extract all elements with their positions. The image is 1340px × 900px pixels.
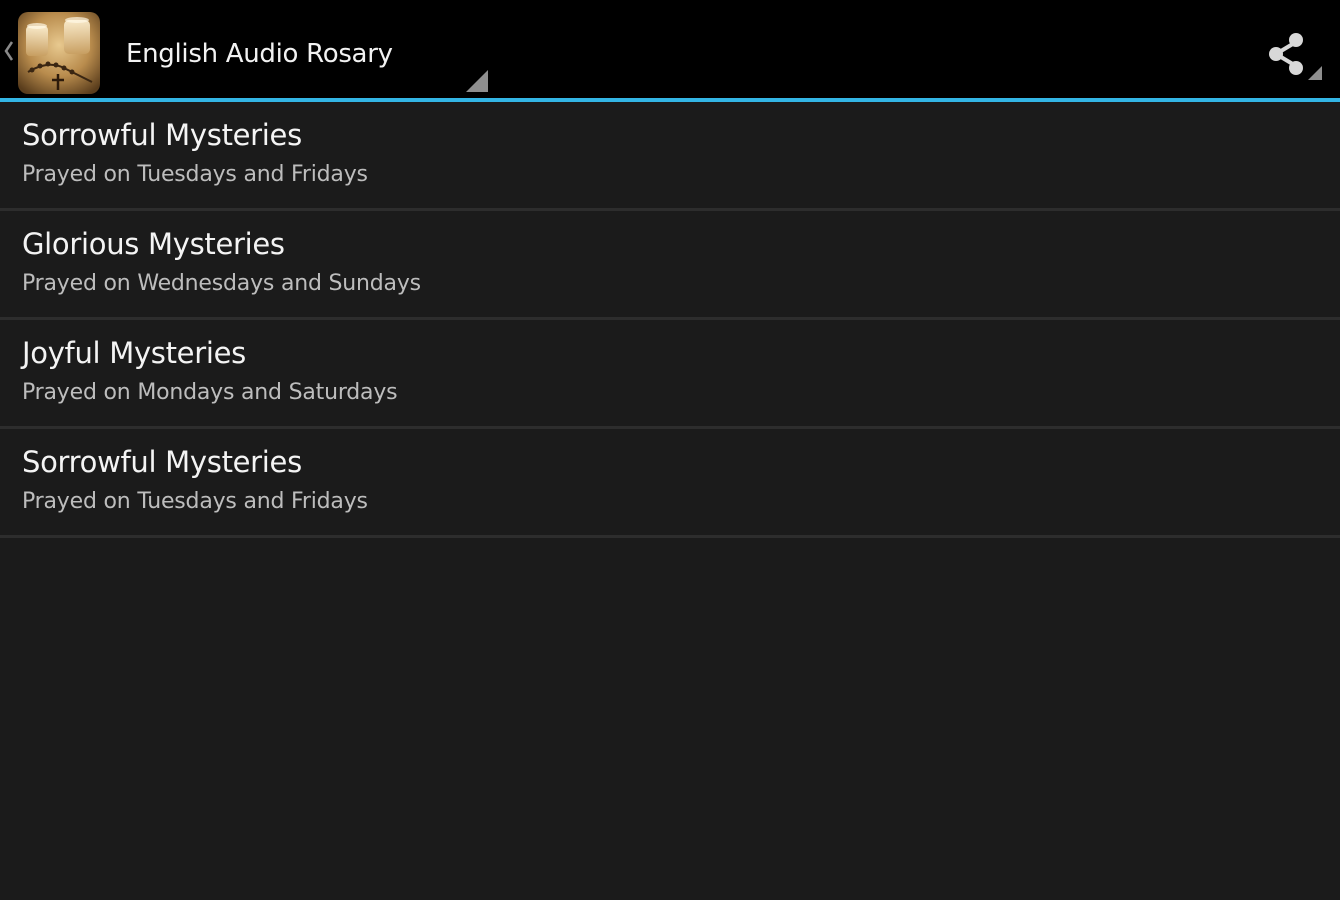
list-item-glorious[interactable]: Glorious Mysteries Prayed on Wednesdays … [0, 211, 1340, 320]
list-item-sorrowful[interactable]: Sorrowful Mysteries Prayed on Tuesdays a… [0, 102, 1340, 211]
item-subtitle: Prayed on Tuesdays and Fridays [22, 489, 368, 514]
item-title: Joyful Mysteries [22, 336, 246, 370]
list-item-sorrowful-2[interactable]: Sorrowful Mysteries Prayed on Tuesdays a… [0, 429, 1340, 538]
action-bar: English Audio Rosary [0, 0, 1340, 102]
item-subtitle: Prayed on Tuesdays and Fridays [22, 162, 368, 187]
mysteries-list: Sorrowful Mysteries Prayed on Tuesdays a… [0, 102, 1340, 538]
share-button[interactable] [1262, 24, 1330, 88]
item-title: Sorrowful Mysteries [22, 445, 302, 479]
up-caret-icon[interactable] [3, 36, 15, 66]
item-subtitle: Prayed on Mondays and Saturdays [22, 380, 398, 405]
app-icon[interactable] [18, 12, 100, 94]
item-title: Glorious Mysteries [22, 227, 285, 261]
item-title: Sorrowful Mysteries [22, 118, 302, 152]
app-title[interactable]: English Audio Rosary [126, 36, 393, 72]
list-item-joyful[interactable]: Joyful Mysteries Prayed on Mondays and S… [0, 320, 1340, 429]
item-subtitle: Prayed on Wednesdays and Sundays [22, 271, 421, 296]
dropdown-triangle-icon[interactable] [466, 70, 488, 92]
share-icon [1269, 33, 1322, 80]
